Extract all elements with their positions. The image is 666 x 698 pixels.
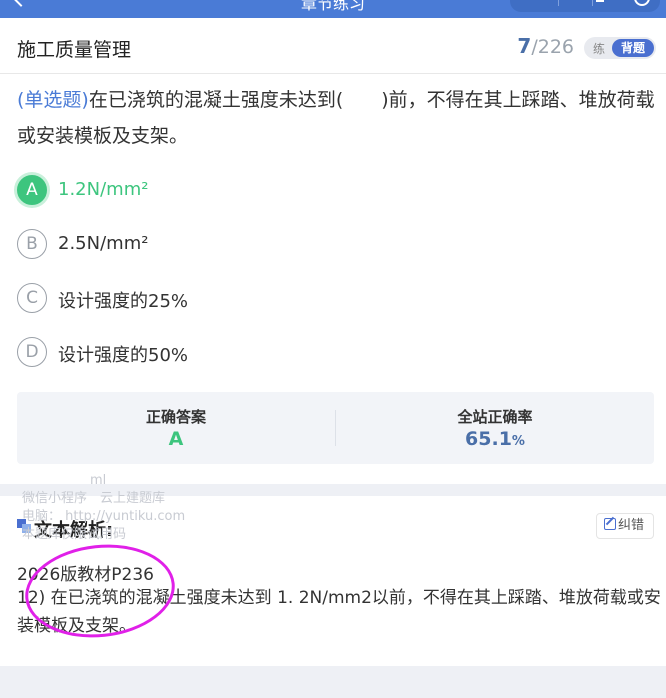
question-stem: (单选题)在已浇筑的混凝土强度未达到( )前，不得在其上踩踏、堆放荷载或安装模板…	[17, 82, 657, 154]
edit-icon	[604, 518, 616, 530]
close-circle-icon[interactable]	[634, 0, 650, 6]
current-question-number: 7	[517, 34, 532, 58]
option-d[interactable]: D 设计强度的50%	[17, 337, 617, 369]
top-navbar: 章节练习	[0, 0, 666, 18]
correct-answer-label: 正确答案	[145, 408, 206, 426]
option-letter-circle: C	[17, 283, 47, 313]
capsule-divider	[592, 0, 593, 6]
mode-memorize-option[interactable]: 背题	[612, 39, 654, 57]
question-type: (单选题)	[17, 89, 89, 111]
option-letter-circle: D	[17, 337, 47, 367]
question-text: 在已浇筑的混凝土强度未达到( )前，不得在其上踩踏、堆放荷载或安装模板及支架。	[17, 89, 655, 147]
correct-answer-value: A	[168, 428, 184, 450]
accuracy-rate-label: 全站正确率	[457, 408, 533, 426]
option-a[interactable]: A 1.2N/mm²	[17, 175, 617, 207]
watermark-line: 微信小程序 云上建题库	[22, 491, 166, 506]
correct-answer-block: 正确答案 A	[17, 392, 335, 464]
option-text: 设计强度的25%	[58, 291, 189, 312]
option-letter-circle: B	[17, 229, 47, 259]
report-error-button[interactable]: 纠错	[596, 513, 654, 539]
option-b[interactable]: B 2.5N/mm²	[17, 229, 617, 261]
mode-toggle[interactable]: 练 背题	[584, 37, 656, 59]
menu-icon[interactable]	[596, 0, 604, 2]
option-text: 设计强度的50%	[58, 345, 189, 366]
accuracy-rate-block: 全站正确率 65.1%	[336, 392, 654, 464]
question-counter[interactable]: 7/226	[517, 34, 574, 58]
watermark-line: ml	[90, 473, 107, 488]
mode-practice-option[interactable]: 练	[593, 40, 605, 57]
answer-stats-panel: 正确答案 A 全站正确率 65.1%	[17, 392, 654, 464]
watermark-line: 电脑： http://yuntiku.com	[22, 509, 186, 524]
page-header: 施工质量管理 7/226 练 背题	[0, 18, 666, 74]
report-error-label: 纠错	[618, 518, 645, 533]
page-bottom-background	[0, 666, 666, 698]
option-c[interactable]: C 设计强度的25%	[17, 283, 617, 315]
option-text: 2.5N/mm²	[58, 233, 149, 254]
option-letter-circle: A	[17, 175, 47, 205]
capsule-divider	[558, 0, 559, 6]
watermark-line: 本题库仅限试用码	[22, 527, 127, 542]
option-text: 1.2N/mm²	[58, 179, 149, 200]
miniprogram-capsule[interactable]	[510, 0, 660, 12]
accuracy-rate-number: 65.1	[465, 428, 512, 450]
accuracy-rate-unit: %	[511, 434, 525, 449]
question-card: (单选题)在已浇筑的混凝土强度未达到( )前，不得在其上踩踏、堆放荷载或安装模板…	[0, 74, 666, 484]
total-questions: 226	[537, 36, 574, 58]
page-title: 施工质量管理	[17, 39, 132, 61]
watermark: ml 微信小程序 云上建题库 电脑： http://yuntiku.com 本题…	[22, 472, 222, 552]
accuracy-rate-value: 65.1%	[336, 428, 654, 450]
